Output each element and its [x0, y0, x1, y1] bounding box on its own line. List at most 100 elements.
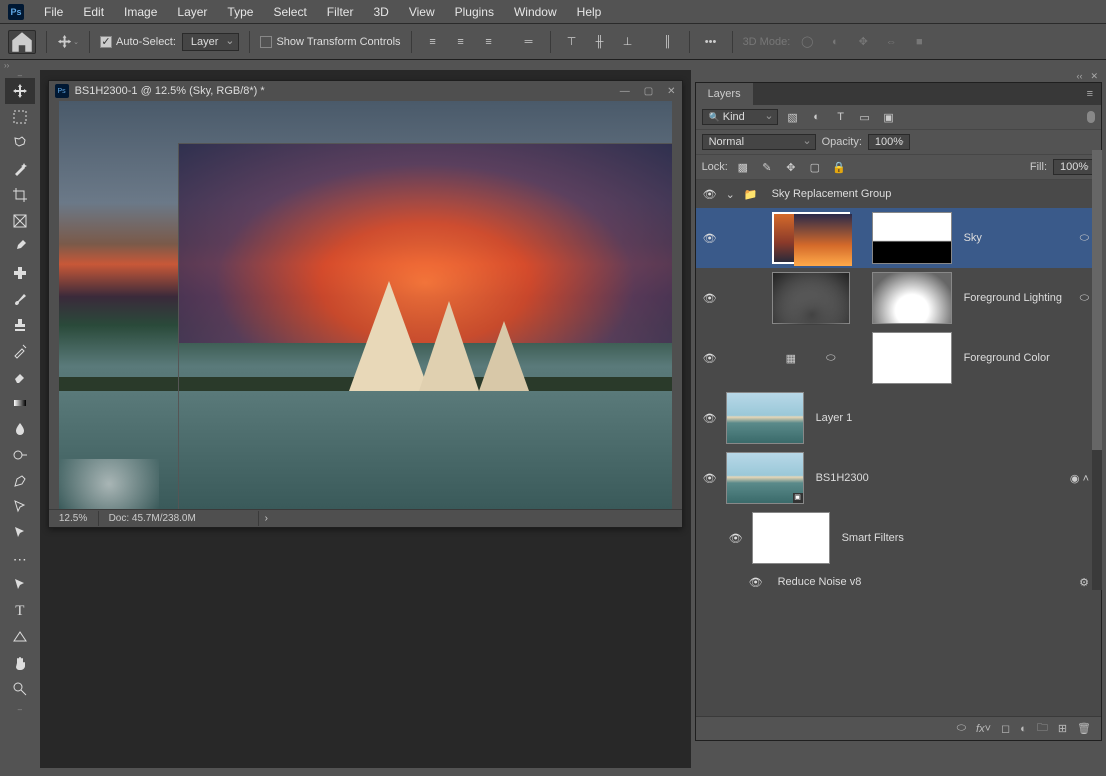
smart-filters[interactable]: 👁 Smart Filters: [696, 508, 1101, 568]
visibility-icon[interactable]: 👁: [746, 576, 766, 589]
layer-thumbnail[interactable]: [726, 392, 804, 444]
link-mask-icon[interactable]: ⬭: [826, 352, 835, 365]
eraser-tool[interactable]: [5, 364, 35, 390]
layer-mask[interactable]: [872, 212, 952, 264]
dodge-tool[interactable]: [5, 442, 35, 468]
filter-reduce-noise[interactable]: 👁 Reduce Noise v8 ⚙: [696, 568, 1101, 596]
add-mask-icon[interactable]: ◻: [1001, 722, 1010, 735]
direct-select-tool-2[interactable]: [5, 572, 35, 598]
link-layers-icon[interactable]: ⬭: [957, 722, 966, 735]
lock-position-icon[interactable]: ✥: [782, 159, 800, 175]
menu-edit[interactable]: Edit: [73, 1, 114, 23]
stamp-tool[interactable]: [5, 312, 35, 338]
layer-foreground-lighting[interactable]: 👁 Foreground Lighting ⬭: [696, 268, 1101, 328]
eyedropper-tool[interactable]: [5, 234, 35, 260]
visibility-icon[interactable]: 👁: [700, 292, 720, 305]
lock-artboard-icon[interactable]: ▢: [806, 159, 824, 175]
filter-options-icon[interactable]: ⚙: [1079, 576, 1089, 589]
menu-type[interactable]: Type: [217, 1, 263, 23]
filter-name[interactable]: Reduce Noise v8: [778, 576, 862, 588]
menu-filter[interactable]: Filter: [317, 1, 364, 23]
layer-filter-kind[interactable]: Kind: [702, 109, 778, 125]
close-panel-group-icon[interactable]: ✕: [1090, 71, 1098, 82]
history-brush-tool[interactable]: [5, 338, 35, 364]
move-tool-icon[interactable]: ⌄: [57, 31, 79, 53]
menu-plugins[interactable]: Plugins: [445, 1, 504, 23]
align-center-v-icon[interactable]: ╫: [589, 31, 611, 53]
align-center-h-icon[interactable]: ≡: [450, 31, 472, 53]
lock-transparent-icon[interactable]: ▩: [734, 159, 752, 175]
layer-name[interactable]: Sky: [964, 232, 982, 244]
blend-mode-select[interactable]: Normal: [702, 134, 816, 150]
menu-image[interactable]: Image: [114, 1, 167, 23]
toolbar-toggle[interactable]: ››: [0, 60, 1106, 70]
link-icon[interactable]: ⬭: [1080, 232, 1089, 245]
align-right-icon[interactable]: ≡: [478, 31, 500, 53]
lock-image-icon[interactable]: ✎: [758, 159, 776, 175]
align-top-icon[interactable]: ⊤: [561, 31, 583, 53]
add-adjustment-icon[interactable]: ◐: [1020, 723, 1027, 735]
zoom-level[interactable]: 12.5%: [49, 511, 99, 526]
minimize-button[interactable]: —: [620, 86, 630, 97]
home-button[interactable]: [8, 30, 36, 54]
canvas[interactable]: [59, 101, 672, 509]
pen-tool[interactable]: [5, 468, 35, 494]
add-layer-icon[interactable]: ⊞: [1058, 722, 1067, 735]
visibility-icon[interactable]: 👁: [700, 232, 720, 245]
menu-file[interactable]: File: [34, 1, 73, 23]
filter-smart-icon[interactable]: ▣: [880, 109, 898, 125]
filter-toggle[interactable]: [1087, 111, 1095, 123]
auto-select-target[interactable]: Layer: [182, 33, 240, 51]
adjustment-icon[interactable]: ▦: [786, 352, 796, 365]
menu-help[interactable]: Help: [567, 1, 612, 23]
filter-type-icon[interactable]: T: [832, 109, 850, 125]
type-tool[interactable]: T: [5, 598, 35, 624]
lasso-tool[interactable]: [5, 130, 35, 156]
layer-1[interactable]: 👁 Layer 1: [696, 388, 1101, 448]
layer-thumbnail[interactable]: ▣: [726, 452, 804, 504]
doc-size[interactable]: Doc: 45.7M/238.0M: [99, 511, 259, 526]
show-transform-checkbox[interactable]: Show Transform Controls: [260, 36, 400, 48]
layer-group[interactable]: 👁 ⌄ 📁 Sky Replacement Group: [696, 180, 1101, 208]
menu-window[interactable]: Window: [504, 1, 567, 23]
delete-layer-icon[interactable]: 🗑: [1077, 722, 1091, 735]
filter-adjust-icon[interactable]: ◐: [808, 109, 826, 125]
filter-mask[interactable]: [752, 512, 830, 564]
visibility-icon[interactable]: 👁: [700, 412, 720, 425]
shape-tool[interactable]: [5, 624, 35, 650]
align-bottom-icon[interactable]: ⊥: [617, 31, 639, 53]
distribute-h-icon[interactable]: ═: [518, 31, 540, 53]
filter-pixel-icon[interactable]: ▧: [784, 109, 802, 125]
layer-name[interactable]: Foreground Lighting: [964, 292, 1062, 304]
visibility-icon[interactable]: 👁: [700, 352, 720, 365]
scrollbar[interactable]: [1092, 150, 1102, 590]
visibility-icon[interactable]: 👁: [700, 188, 720, 201]
visibility-icon[interactable]: 👁: [700, 472, 720, 485]
healing-tool[interactable]: [5, 260, 35, 286]
lock-all-icon[interactable]: 🔒: [830, 159, 848, 175]
zoom-tool[interactable]: [5, 676, 35, 702]
menu-view[interactable]: View: [399, 1, 445, 23]
menu-3d[interactable]: 3D: [363, 1, 398, 23]
more-options-icon[interactable]: •••: [700, 31, 722, 53]
auto-select-checkbox[interactable]: ✓Auto-Select:: [100, 36, 176, 48]
layer-effects-icon[interactable]: fx˅: [976, 723, 991, 735]
move-tool[interactable]: [5, 78, 35, 104]
smart-object-icon[interactable]: ◉ ˄: [1070, 472, 1089, 485]
direct-select-tool[interactable]: [5, 520, 35, 546]
visibility-icon[interactable]: 👁: [726, 532, 746, 545]
layer-name[interactable]: Smart Filters: [842, 532, 904, 544]
brush-tool[interactable]: [5, 286, 35, 312]
menu-select[interactable]: Select: [263, 1, 316, 23]
layer-name[interactable]: Layer 1: [816, 412, 853, 424]
filter-shape-icon[interactable]: ▭: [856, 109, 874, 125]
chevron-down-icon[interactable]: ⌄: [726, 188, 738, 201]
layer-bs1h2300[interactable]: 👁 ▣ BS1H2300 ◉ ˄: [696, 448, 1101, 508]
link-icon[interactable]: ⬭: [1080, 292, 1089, 305]
add-group-icon[interactable]: 🗀: [1037, 719, 1048, 738]
layer-name[interactable]: BS1H2300: [816, 472, 869, 484]
layer-mask[interactable]: [872, 332, 952, 384]
menu-layer[interactable]: Layer: [167, 1, 217, 23]
collapse-panels-icon[interactable]: ‹‹: [1076, 71, 1082, 81]
blur-tool[interactable]: [5, 416, 35, 442]
